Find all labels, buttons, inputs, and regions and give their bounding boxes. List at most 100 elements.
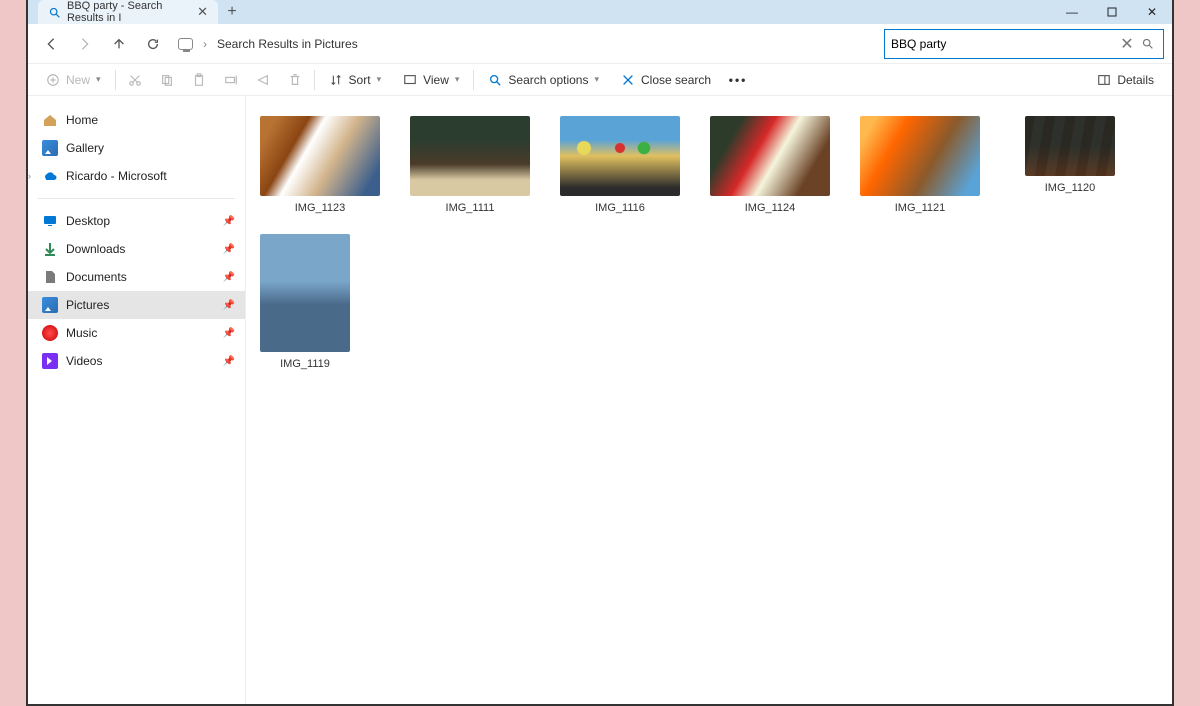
- pin-icon[interactable]: 📌: [223, 328, 235, 339]
- maximize-button[interactable]: [1092, 0, 1132, 24]
- paste-button[interactable]: [184, 66, 214, 94]
- minimize-button[interactable]: —: [1052, 0, 1092, 24]
- add-tab-button[interactable]: +: [218, 0, 246, 24]
- thumbnail: [860, 116, 980, 196]
- chevron-down-icon: ▾: [96, 74, 101, 85]
- window-controls: — ✕: [1052, 0, 1172, 24]
- chevron-down-icon: ▾: [377, 74, 382, 85]
- chevron-right-icon: ›: [203, 37, 207, 51]
- cloud-icon: [42, 168, 58, 184]
- sidebar-item-gallery[interactable]: Gallery: [28, 134, 245, 162]
- pin-icon[interactable]: 📌: [223, 272, 235, 283]
- sidebar-item-home[interactable]: Home: [28, 106, 245, 134]
- navbar: › Search Results in Pictures ✕: [28, 24, 1172, 64]
- music-icon: [42, 325, 58, 341]
- copy-button[interactable]: [152, 66, 182, 94]
- file-item[interactable]: IMG_1111: [410, 116, 530, 214]
- view-button[interactable]: View ▾: [393, 66, 469, 94]
- this-pc-icon: [178, 38, 193, 50]
- thumbnail: [260, 116, 380, 196]
- sidebar-item-label: Gallery: [66, 141, 104, 155]
- search-submit-icon[interactable]: [1137, 37, 1157, 50]
- file-item[interactable]: IMG_1120: [1010, 116, 1130, 214]
- tab-strip: BBQ party - Search Results in I ✕ +: [28, 0, 246, 24]
- file-name: IMG_1121: [895, 202, 946, 214]
- thumbnail: [260, 234, 350, 352]
- download-icon: [42, 241, 58, 257]
- pin-icon[interactable]: 📌: [223, 300, 235, 311]
- home-icon: [42, 112, 58, 128]
- breadcrumb-text: Search Results in Pictures: [217, 37, 358, 51]
- pictures-icon: [42, 297, 58, 313]
- share-button[interactable]: [248, 66, 278, 94]
- sidebar-item-documents[interactable]: Documents 📌: [28, 263, 245, 291]
- chevron-down-icon: ▾: [594, 74, 599, 85]
- file-item[interactable]: IMG_1123: [260, 116, 380, 214]
- clear-search-icon[interactable]: ✕: [1117, 34, 1137, 54]
- file-name: IMG_1119: [280, 358, 330, 370]
- new-button[interactable]: New ▾: [36, 66, 111, 94]
- sidebar-item-label: Home: [66, 113, 98, 127]
- delete-button[interactable]: [280, 66, 310, 94]
- chevron-right-icon[interactable]: ›: [28, 171, 31, 181]
- back-button[interactable]: [36, 29, 66, 59]
- gallery-icon: [42, 140, 58, 156]
- file-name: IMG_1120: [1045, 182, 1096, 194]
- tab-search-results[interactable]: BBQ party - Search Results in I ✕: [38, 0, 218, 24]
- sidebar-item-label: Music: [66, 326, 97, 340]
- sidebar-item-desktop[interactable]: Desktop 📌: [28, 207, 245, 235]
- rename-button[interactable]: [216, 66, 246, 94]
- cut-button[interactable]: [120, 66, 150, 94]
- sidebar-item-onedrive[interactable]: › Ricardo - Microsoft: [28, 162, 245, 190]
- file-name: IMG_1111: [446, 202, 495, 214]
- document-icon: [42, 269, 58, 285]
- thumbnail: [560, 116, 680, 196]
- sidebar-item-label: Desktop: [66, 214, 110, 228]
- thumbnail: [1025, 116, 1115, 176]
- search-input[interactable]: [891, 37, 1117, 51]
- file-name: IMG_1123: [295, 202, 346, 214]
- new-label: New: [66, 73, 90, 87]
- sidebar-item-music[interactable]: Music 📌: [28, 319, 245, 347]
- details-label: Details: [1117, 73, 1154, 87]
- search-options-button[interactable]: Search options ▾: [478, 66, 609, 94]
- sidebar-item-pictures[interactable]: Pictures 📌: [28, 291, 245, 319]
- sidebar-item-label: Pictures: [66, 298, 109, 312]
- file-item[interactable]: IMG_1124: [710, 116, 830, 214]
- file-name: IMG_1124: [745, 202, 796, 214]
- file-explorer-window: BBQ party - Search Results in I ✕ + — ✕: [26, 0, 1174, 706]
- file-item[interactable]: IMG_1116: [560, 116, 680, 214]
- chevron-down-icon: ▾: [455, 74, 460, 85]
- close-tab-icon[interactable]: ✕: [197, 4, 208, 20]
- toolbar: New ▾ Sort ▾ View ▾: [28, 64, 1172, 96]
- file-item[interactable]: IMG_1119: [260, 234, 350, 370]
- sidebar-item-label: Documents: [66, 270, 127, 284]
- file-item[interactable]: IMG_1121: [860, 116, 980, 214]
- videos-icon: [42, 353, 58, 369]
- sort-button[interactable]: Sort ▾: [319, 66, 392, 94]
- more-button[interactable]: •••: [723, 66, 753, 94]
- sidebar-item-downloads[interactable]: Downloads 📌: [28, 235, 245, 263]
- sidebar-item-videos[interactable]: Videos 📌: [28, 347, 245, 375]
- file-name: IMG_1116: [595, 202, 645, 214]
- close-window-button[interactable]: ✕: [1132, 0, 1172, 24]
- sidebar-item-label: Downloads: [66, 242, 125, 256]
- sort-label: Sort: [349, 73, 371, 87]
- pin-icon[interactable]: 📌: [223, 216, 235, 227]
- search-box[interactable]: ✕: [884, 29, 1164, 59]
- thumbnail: [710, 116, 830, 196]
- close-search-button[interactable]: Close search: [611, 66, 721, 94]
- pin-icon[interactable]: 📌: [223, 356, 235, 367]
- search-options-label: Search options: [508, 73, 588, 87]
- forward-button[interactable]: [70, 29, 100, 59]
- view-label: View: [423, 73, 449, 87]
- sidebar: Home Gallery › Ricardo - Microsoft: [28, 96, 246, 704]
- sidebar-item-label: Ricardo - Microsoft: [66, 169, 167, 183]
- up-button[interactable]: [104, 29, 134, 59]
- search-icon: [48, 4, 61, 20]
- details-toggle[interactable]: Details: [1087, 66, 1164, 94]
- pin-icon[interactable]: 📌: [223, 244, 235, 255]
- close-search-label: Close search: [641, 73, 711, 87]
- refresh-button[interactable]: [138, 29, 168, 59]
- breadcrumb[interactable]: › Search Results in Pictures: [172, 37, 880, 51]
